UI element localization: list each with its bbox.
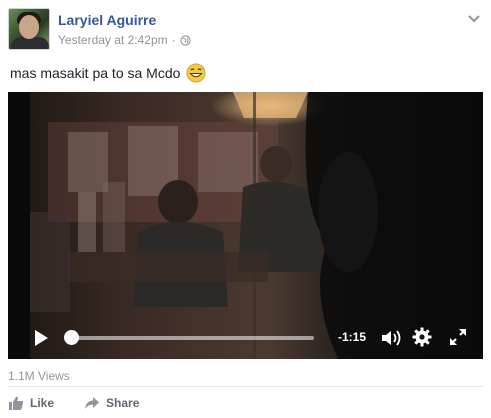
thumbs-up-icon [9,396,24,410]
post-text: mas masakit pa to sa Mcdo [10,63,206,83]
gear-icon[interactable] [412,327,432,347]
post-message: mas masakit pa to sa Mcdo [10,65,181,81]
share-button[interactable]: Share [84,395,139,411]
like-label: Like [30,396,55,410]
progress-track[interactable] [70,336,314,340]
play-icon[interactable] [32,329,50,347]
author-name[interactable]: Laryiel Aguirre [58,12,156,28]
chevron-down-icon[interactable] [467,14,481,24]
fullscreen-icon[interactable] [448,327,468,347]
avatar[interactable] [8,8,50,50]
video-player[interactable]: -1:15 [8,92,483,359]
view-count: 1.1M Views [8,369,70,383]
grinning-sweat-emoji [186,63,206,83]
share-arrow-icon [85,397,100,409]
divider [8,386,483,387]
meta-separator: · [171,33,176,47]
volume-icon[interactable] [380,328,402,348]
video-controls: -1:15 [8,315,483,359]
post-meta: Yesterday at 2:42pm · [58,33,191,47]
like-button[interactable]: Like [8,395,54,411]
globe-icon [180,34,191,46]
timestamp[interactable]: Yesterday at 2:42pm [58,33,168,47]
time-remaining: -1:15 [338,330,367,344]
post-header: Laryiel Aguirre Yesterday at 2:42pm · [8,6,483,54]
progress-knob[interactable] [64,330,79,345]
post-actions: Like Share [8,393,139,413]
share-label: Share [106,396,140,410]
